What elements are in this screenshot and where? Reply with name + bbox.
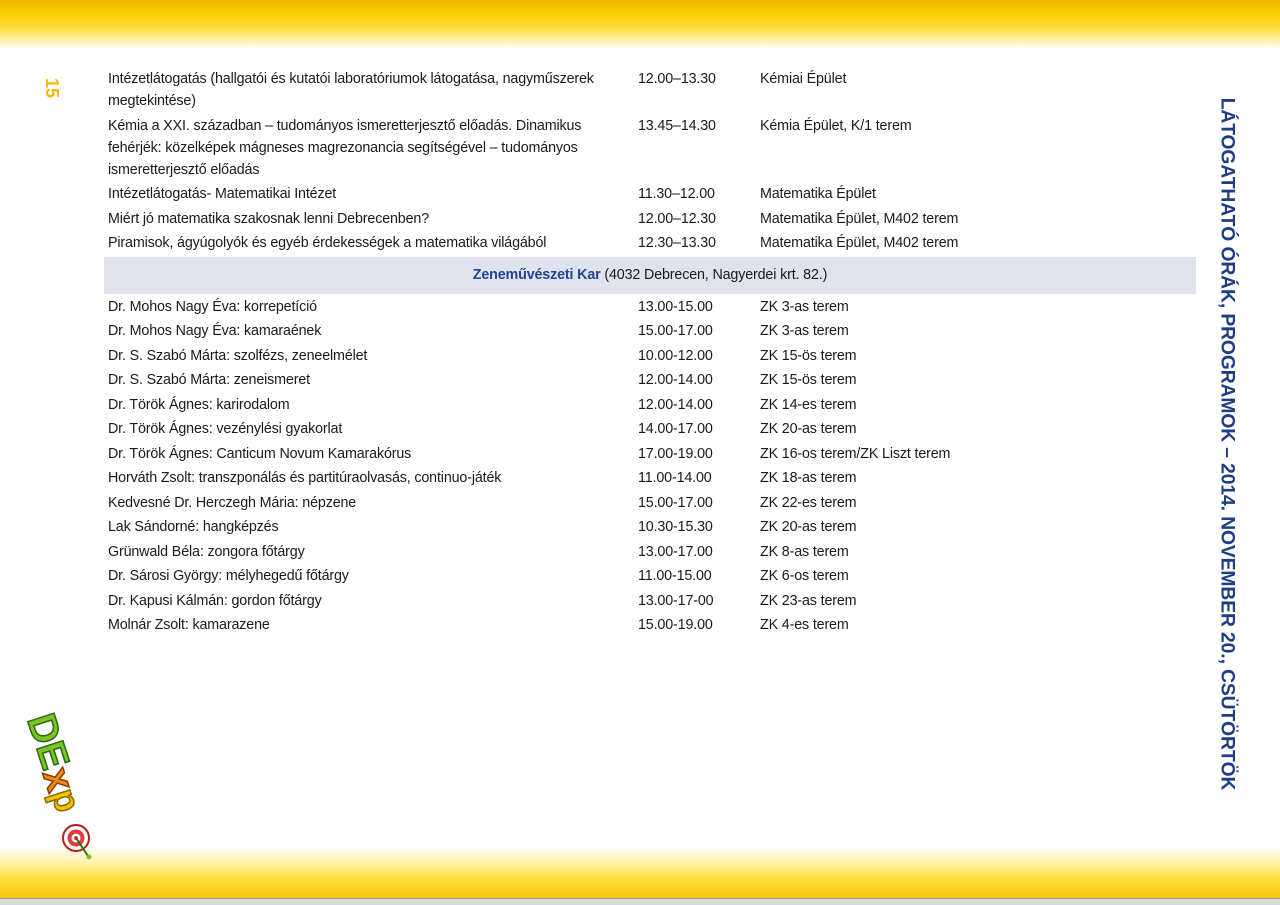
program-title: Intézetlátogatás- Matematikai Intézet <box>108 186 337 202</box>
schedule-music-rows: Dr. Mohos Nagy Éva: korrepetíció 13.00-15… <box>104 296 1196 639</box>
section-header: Zeneművészeti Kar (4032 Debrecen, Nagyer… <box>104 256 1196 294</box>
schedule-row: Dr. Török Ágnes: Canticum Novum Kamarakó… <box>104 443 1196 468</box>
program-title: Dr. Mohos Nagy Éva: kamaraének <box>108 323 322 339</box>
program-place: ZK 3-as terem <box>760 298 849 315</box>
program-title: Dr. Török Ágnes: Canticum Novum Kamarakó… <box>108 445 412 462</box>
schedule-row: Intézetlátogatás- Matematikai Intézet 11.… <box>104 182 1196 207</box>
program-title: Molnár Zsolt: kamarazene <box>108 617 270 633</box>
program-time: 13.00-17.00 <box>638 543 713 560</box>
program-time: 11.00-14.00 <box>638 470 712 486</box>
program-time: 13.45–14.30 <box>638 117 716 134</box>
program-title: Horváth Zsolt: transzponálás és partitúr… <box>108 470 502 486</box>
program-time: 15.00-17.00 <box>638 494 713 511</box>
schedule-row: Dr. Török Ágnes: karirodalom 12.00-14.00 Z… <box>104 394 1196 419</box>
program-time: 15.00-19.00 <box>638 617 713 633</box>
program-title: Dr. Sárosi György: mélyhegedű főtárgy <box>108 568 349 584</box>
program-time: 10.00-12.00 <box>638 347 713 364</box>
program-place: ZK 3-as terem <box>760 323 849 339</box>
target-icon <box>62 824 92 860</box>
program-time: 15.00-17.00 <box>638 323 713 339</box>
program-title: Piramisok, ágyúgolyók és egyéb érdekessé… <box>108 235 547 251</box>
program-place: ZK 6-os terem <box>760 568 849 584</box>
program-time: 12.00-14.00 <box>638 372 713 388</box>
schedule-row: Lak Sándorné: hangképzés 10.30-15.30 ZK 20… <box>104 516 1196 541</box>
page-number: 15 <box>42 77 62 99</box>
program-title: Dr. S. Szabó Márta: zeneismeret <box>108 372 310 388</box>
schedule-row: Kémia a XXI. században – tudományos isme… <box>104 114 1196 183</box>
program-place: ZK 15-ös terem <box>760 372 857 388</box>
schedule-row: Dr. Török Ágnes: vezénylési gyakorlat 14.… <box>104 418 1196 443</box>
program-time: 12.00-14.00 <box>638 396 713 413</box>
schedule-row: Molnár Zsolt: kamarazene 15.00-19.00 ZK 4-… <box>104 614 1196 639</box>
program-time: 12.30–13.30 <box>638 235 716 251</box>
schedule-row: Horváth Zsolt: transzponálás és partitúr… <box>104 467 1196 492</box>
schedule-row: Dr. Mohos Nagy Éva: korrepetíció 13.00-15… <box>104 296 1196 321</box>
program-place: ZK 20-as terem <box>760 519 857 535</box>
program-title: Dr. Kapusi Kálmán: gordon főtárgy <box>108 592 322 609</box>
program-time: 10.30-15.30 <box>638 519 713 535</box>
side-title: LÁTOGATHATÓ ÓRÁK, PROGRAMOK – 2014. NOVE… <box>1216 97 1238 791</box>
program-time: 11.00-15.00 <box>638 568 712 584</box>
schedule-row: Piramisok, ágyúgolyók és egyéb érdekessé… <box>104 231 1196 256</box>
program-place: ZK 14-es terem <box>760 396 857 413</box>
program-title: Dr. S. Szabó Márta: szolfézs, zeneelméle… <box>108 347 368 364</box>
program-time: 12.00–12.30 <box>638 210 716 227</box>
program-place: ZK 22-es terem <box>760 494 857 511</box>
program-time: 11.30–12.00 <box>638 186 715 202</box>
dexpo-logo: DE x p <box>26 708 92 860</box>
program-title: Kémia a XXI. században – tudományos isme… <box>108 117 582 178</box>
schedule-row: Kedvesné Dr. Herczegh Mária: népzene 15.0… <box>104 492 1196 517</box>
program-place: ZK 16-os terem/ZK Liszt terem <box>760 445 951 462</box>
program-place: ZK 15-ös terem <box>760 347 857 364</box>
program-time: 14.00-17.00 <box>638 421 713 437</box>
program-title: Dr. Mohos Nagy Éva: korrepetíció <box>108 298 317 315</box>
program-place: ZK 18-as terem <box>760 470 857 486</box>
schedule-top-rows: Intézetlátogatás (hallgatói és kutatói l… <box>104 67 1196 256</box>
program-time: 17.00-19.00 <box>638 445 713 462</box>
schedule-row: Dr. S. Szabó Márta: zeneismeret 12.00-14.… <box>104 369 1196 394</box>
bottom-yellow-band <box>0 846 1280 904</box>
schedule-table: Intézetlátogatás (hallgatói és kutatói l… <box>104 67 1196 639</box>
program-place: Matematika Épület <box>760 186 876 202</box>
program-title: Dr. Török Ágnes: vezénylési gyakorlat <box>108 421 343 437</box>
program-place: ZK 8-as terem <box>760 543 849 560</box>
program-place: ZK 4-es terem <box>760 617 849 633</box>
section-address: (4032 Debrecen, Nagyerdei krt. 82.) <box>604 267 828 283</box>
program-title: Grünwald Béla: zongora főtárgy <box>108 543 305 560</box>
schedule-row: Miért jó matematika szakosnak lenni Debr… <box>104 207 1196 232</box>
schedule-row: Dr. Mohos Nagy Éva: kamaraének 15.00-17.0… <box>104 320 1196 345</box>
section-name: Zeneművészeti Kar <box>472 267 601 283</box>
schedule-row: Dr. Sárosi György: mélyhegedű főtárgy 11.… <box>104 565 1196 590</box>
program-title: Intézetlátogatás (hallgatói és kutatói l… <box>108 71 594 109</box>
schedule-row: Grünwald Béla: zongora főtárgy 13.00-17.0… <box>104 541 1196 566</box>
program-place: Kémia Épület, K/1 terem <box>760 117 912 134</box>
program-title: Lak Sándorné: hangképzés <box>108 519 279 535</box>
program-time: 12.00–13.30 <box>638 71 716 87</box>
program-place: Matematika Épület, M402 terem <box>760 235 959 251</box>
program-title: Miért jó matematika szakosnak lenni Debr… <box>108 210 430 227</box>
program-title: Kedvesné Dr. Herczegh Mária: népzene <box>108 494 357 511</box>
schedule-row: Dr. S. Szabó Márta: szolfézs, zeneelméle… <box>104 345 1196 370</box>
program-place: ZK 20-as terem <box>760 421 857 437</box>
schedule-row: Dr. Kapusi Kálmán: gordon főtárgy 13.00-1… <box>104 590 1196 615</box>
program-title: Dr. Török Ágnes: karirodalom <box>108 396 290 413</box>
program-time: 13.00-17-00 <box>638 592 714 609</box>
program-place: ZK 23-as terem <box>760 592 857 609</box>
schedule-row: Intézetlátogatás (hallgatói és kutatói l… <box>104 67 1196 114</box>
top-yellow-band <box>0 0 1280 50</box>
program-time: 13.00-15.00 <box>638 298 713 315</box>
program-place: Matematika Épület, M402 terem <box>760 210 959 227</box>
program-place: Kémiai Épület <box>760 71 847 87</box>
